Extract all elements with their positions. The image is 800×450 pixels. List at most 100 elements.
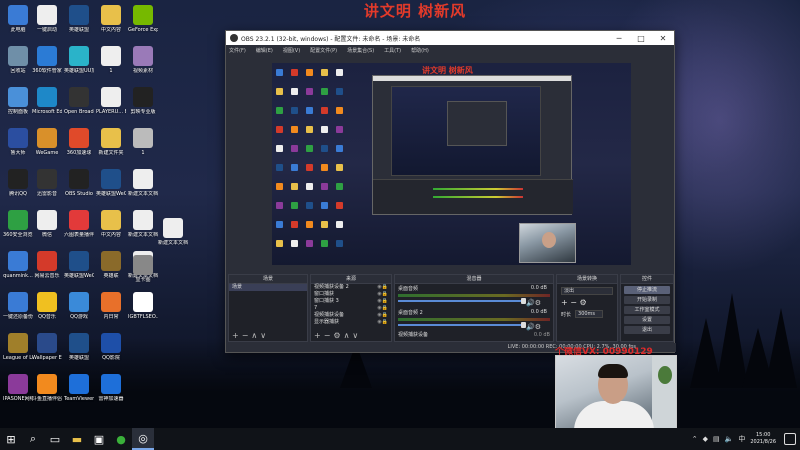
desktop-icon[interactable]: 360软件管家 <box>32 46 62 74</box>
menu-profile[interactable]: 配置文件(P) <box>310 47 337 54</box>
network-icon[interactable]: ▤ <box>713 435 720 443</box>
source-item[interactable]: 视频捕获设备 ◉🔒 <box>311 312 391 319</box>
close-icon[interactable]: ✕ <box>652 34 674 43</box>
stop-stream-button[interactable]: 停止推流 <box>624 286 670 294</box>
transitions-dock[interactable]: 场景转换 淡出 + − ⚙ 时长 300ms <box>556 274 618 342</box>
desktop-icon[interactable]: 一键启动 <box>32 5 62 33</box>
desktop-icon[interactable]: 视频素材 <box>128 46 158 74</box>
desktop-icon[interactable]: OBS Studio <box>64 169 94 197</box>
desktop-icon[interactable]: WeGame <box>32 128 62 156</box>
desktop-icon[interactable]: 英雄联盟 <box>64 5 94 33</box>
sources-dock[interactable]: 来源 视频捕获设备 2 ◉🔒 窗口捕获 ◉🔒 窗口捕获 3 ◉🔒 7 ◉🔒 视频捕获设备… <box>310 274 392 342</box>
desktop-icon[interactable]: 新建文本文档(2) <box>128 210 158 238</box>
desktop-icon[interactable]: 剪映专业版 <box>128 87 158 115</box>
maximize-icon[interactable]: □ <box>630 34 652 43</box>
desktop-icon[interactable]: 回收站 <box>3 46 33 74</box>
desktop-icon[interactable]: 新建文件夹 <box>96 128 126 156</box>
visibility-icon[interactable]: ◉🔒 <box>377 305 391 312</box>
desktop-icon[interactable]: 内日常 <box>96 292 126 320</box>
controls-dock[interactable]: 控件 停止推流 开始录制 工作室模式 设置 退出 <box>620 274 674 342</box>
scenes-dock[interactable]: 场景 场景 +−∧∨ <box>228 274 308 342</box>
desktop-icon[interactable]: TeamViewer <box>64 374 94 402</box>
clock[interactable]: 15:00 2021/8/26 <box>750 432 776 446</box>
desktop-icon[interactable]: League of Legends <box>3 333 33 361</box>
volume-icon[interactable]: 🔈 <box>725 435 734 443</box>
desktop-icon[interactable]: PLAYERU... BATTLEGR... <box>96 87 126 115</box>
desktop-icon[interactable]: Open Broadcast... <box>64 87 94 115</box>
taskview-icon[interactable]: ▭ <box>44 428 66 450</box>
desktop-icon[interactable]: 六图表量播伴侣 <box>64 210 94 238</box>
scenes-toolbar[interactable]: +−∧∨ <box>232 331 269 340</box>
desktop-icon[interactable]: quanmink... <box>3 251 33 279</box>
exit-button[interactable]: 退出 <box>624 326 670 334</box>
tray-expand-icon[interactable]: ⌃ <box>692 435 698 443</box>
desktop-icon[interactable]: IGBTFLSEO... <box>128 292 158 320</box>
settings-button[interactable]: 设置 <box>624 316 670 324</box>
desktop-icon[interactable]: 腾讯QQ <box>3 169 33 197</box>
desktop-icon[interactable]: IPASONE网络软件 <box>3 374 33 402</box>
source-item[interactable]: 窗口捕获 ◉🔒 <box>311 291 391 298</box>
volume-slider[interactable] <box>398 322 526 328</box>
mixer-dock[interactable]: 混音器 桌面音频 0.0 dB 🔊⚙ 桌面音频 2 0.0 dB 🔊⚙ 视频捕获… <box>394 274 554 342</box>
desktop-icon[interactable]: 雷神加速器 <box>96 374 126 402</box>
desktop-icon[interactable]: 360安全浏览器 <box>3 210 33 238</box>
menu-edit[interactable]: 编辑(E) <box>256 47 273 54</box>
desktop-icon[interactable]: Wallpaper Engine <box>32 333 62 361</box>
obs-taskbar-icon[interactable]: ◎ <box>132 428 154 450</box>
visibility-icon[interactable]: ◉🔒 <box>377 298 391 305</box>
desktop-icon[interactable]: 斗鱼直播伴侣 <box>32 374 62 402</box>
ime-icon[interactable]: 中 <box>738 434 745 444</box>
desktop-icon[interactable]: 英雄联盟WeGame版 <box>96 169 126 197</box>
search-icon[interactable]: ⌕ <box>22 428 44 450</box>
visibility-icon[interactable]: ◉🔒 <box>377 319 391 326</box>
obs-window[interactable]: OBS 23.2.1 (32-bit, windows) - 配置文件: 未命名… <box>225 30 676 353</box>
desktop-icon[interactable]: 控制面板 <box>3 87 33 115</box>
desktop-icon[interactable]: 中文內容 <box>96 5 126 33</box>
desktop-icon[interactable]: 此电脑 <box>3 5 33 33</box>
menu-tools[interactable]: 工具(T) <box>384 47 401 54</box>
desktop-icon[interactable]: 网易云音乐 <box>32 251 62 279</box>
transition-toolbar[interactable]: + − ⚙ <box>561 298 613 307</box>
desktop-icon[interactable]: QQ游戏 <box>64 292 94 320</box>
desktop-icon[interactable]: 英雄联盟UU加速器 <box>64 46 94 74</box>
windows-icon[interactable]: ⊞ <box>0 428 22 450</box>
speaker-icon[interactable]: 🔊⚙ <box>526 299 541 307</box>
scene-item[interactable]: 场景 <box>229 284 307 291</box>
menu-help[interactable]: 帮助(H) <box>411 47 429 54</box>
wechat-app-icon[interactable]: ● <box>110 428 132 450</box>
obs-preview[interactable]: 讲文明 树新风 <box>272 63 631 265</box>
speaker-icon[interactable]: 🔊⚙ <box>526 323 541 331</box>
desktop-icon[interactable]: 新建文本文档(2) <box>158 218 188 246</box>
source-item[interactable]: 显示器捕获 ◉🔒 <box>311 319 391 326</box>
duration-field[interactable]: 300ms <box>575 310 604 318</box>
desktop-icon[interactable]: 1 <box>128 128 158 156</box>
desktop-icon[interactable]: 英雄联盟 <box>64 333 94 361</box>
visibility-icon[interactable]: ◉🔒 <box>377 291 391 298</box>
source-item[interactable]: 视频捕获设备 2 ◉🔒 <box>311 284 391 291</box>
visibility-icon[interactable]: ◉🔒 <box>377 312 391 319</box>
studio-mode-button[interactable]: 工作室模式 <box>624 306 670 314</box>
sources-toolbar[interactable]: +−⚙∧∨ <box>314 331 361 340</box>
menu-scene-collection[interactable]: 场景集合(S) <box>347 47 374 54</box>
tray-app-icon[interactable]: ◆ <box>703 435 708 443</box>
desktop-icon[interactable]: QQ影院 <box>96 333 126 361</box>
desktop-icon[interactable]: 鲁大师 <box>3 128 33 156</box>
desktop-icon[interactable]: QQ音乐 <box>32 292 62 320</box>
minimize-icon[interactable]: ─ <box>608 34 630 43</box>
desktop-icon[interactable]: 英雄联盟WeGame版 <box>64 251 94 279</box>
desktop-icon[interactable]: 英雄联 <box>96 251 126 279</box>
visibility-icon[interactable]: ◉🔒 <box>377 284 391 291</box>
file-explorer-icon[interactable]: ▬ <box>66 428 88 450</box>
desktop-icon[interactable]: 1 <box>96 46 126 74</box>
volume-slider[interactable] <box>398 298 526 304</box>
desktop-icon[interactable]: 微信 <box>32 210 62 238</box>
source-item[interactable]: 窗口捕获 3 ◉🔒 <box>311 298 391 305</box>
menu-view[interactable]: 视图(V) <box>283 47 300 54</box>
notification-icon[interactable] <box>784 433 796 445</box>
start-recording-button[interactable]: 开始录制 <box>624 296 670 304</box>
transition-select[interactable]: 淡出 <box>561 287 613 295</box>
volume-knob[interactable] <box>520 298 526 304</box>
source-item[interactable]: 7 ◉🔒 <box>311 305 391 312</box>
store-icon[interactable]: ▣ <box>88 428 110 450</box>
desktop-icon[interactable]: 新建文本文档 <box>128 169 158 197</box>
